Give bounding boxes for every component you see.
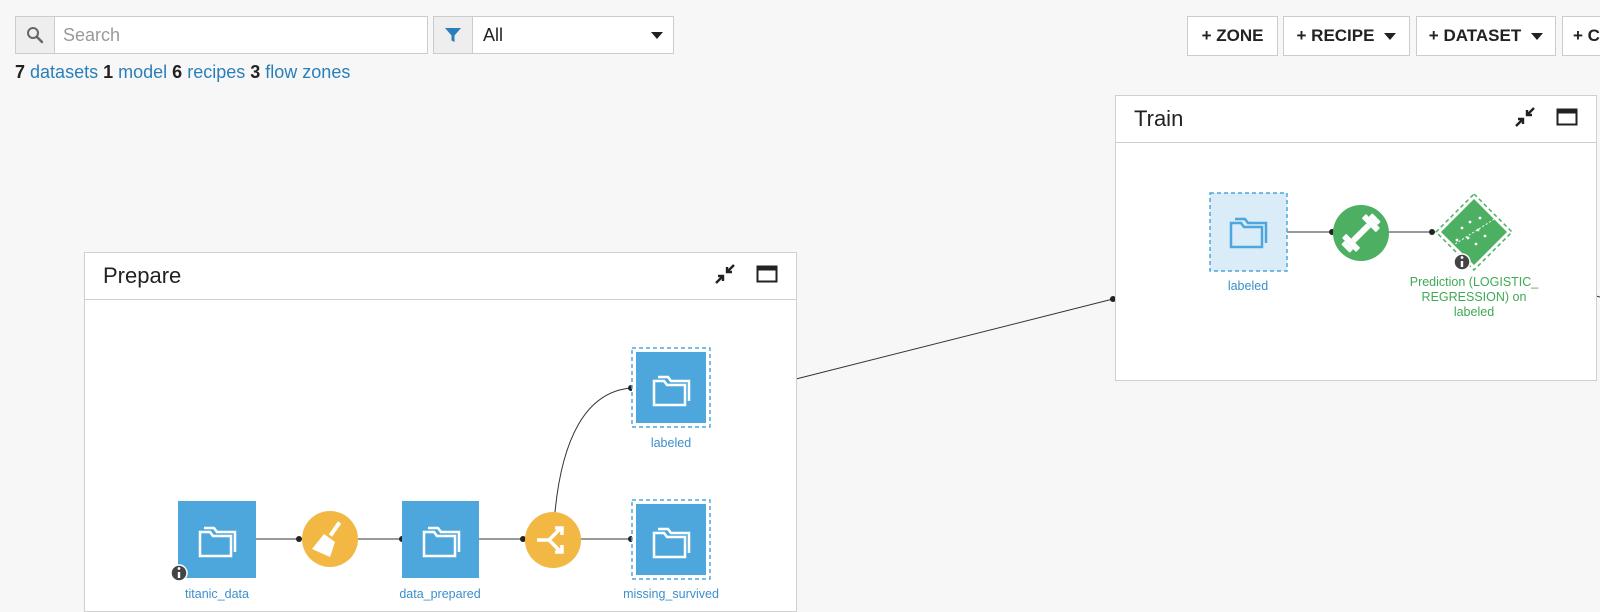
info-icon	[1453, 253, 1471, 271]
train-recipe-node[interactable]	[1333, 205, 1389, 261]
node-label-labeled-shared[interactable]: labeled	[1198, 279, 1298, 293]
train-flow-graph	[1209, 192, 1514, 272]
node-label-prediction[interactable]: Prediction (LOGISTIC_ REGRESSION) on lab…	[1407, 275, 1541, 320]
model-node-prediction[interactable]	[1434, 192, 1514, 272]
dataset-node-labeled-shared[interactable]	[1209, 192, 1288, 272]
